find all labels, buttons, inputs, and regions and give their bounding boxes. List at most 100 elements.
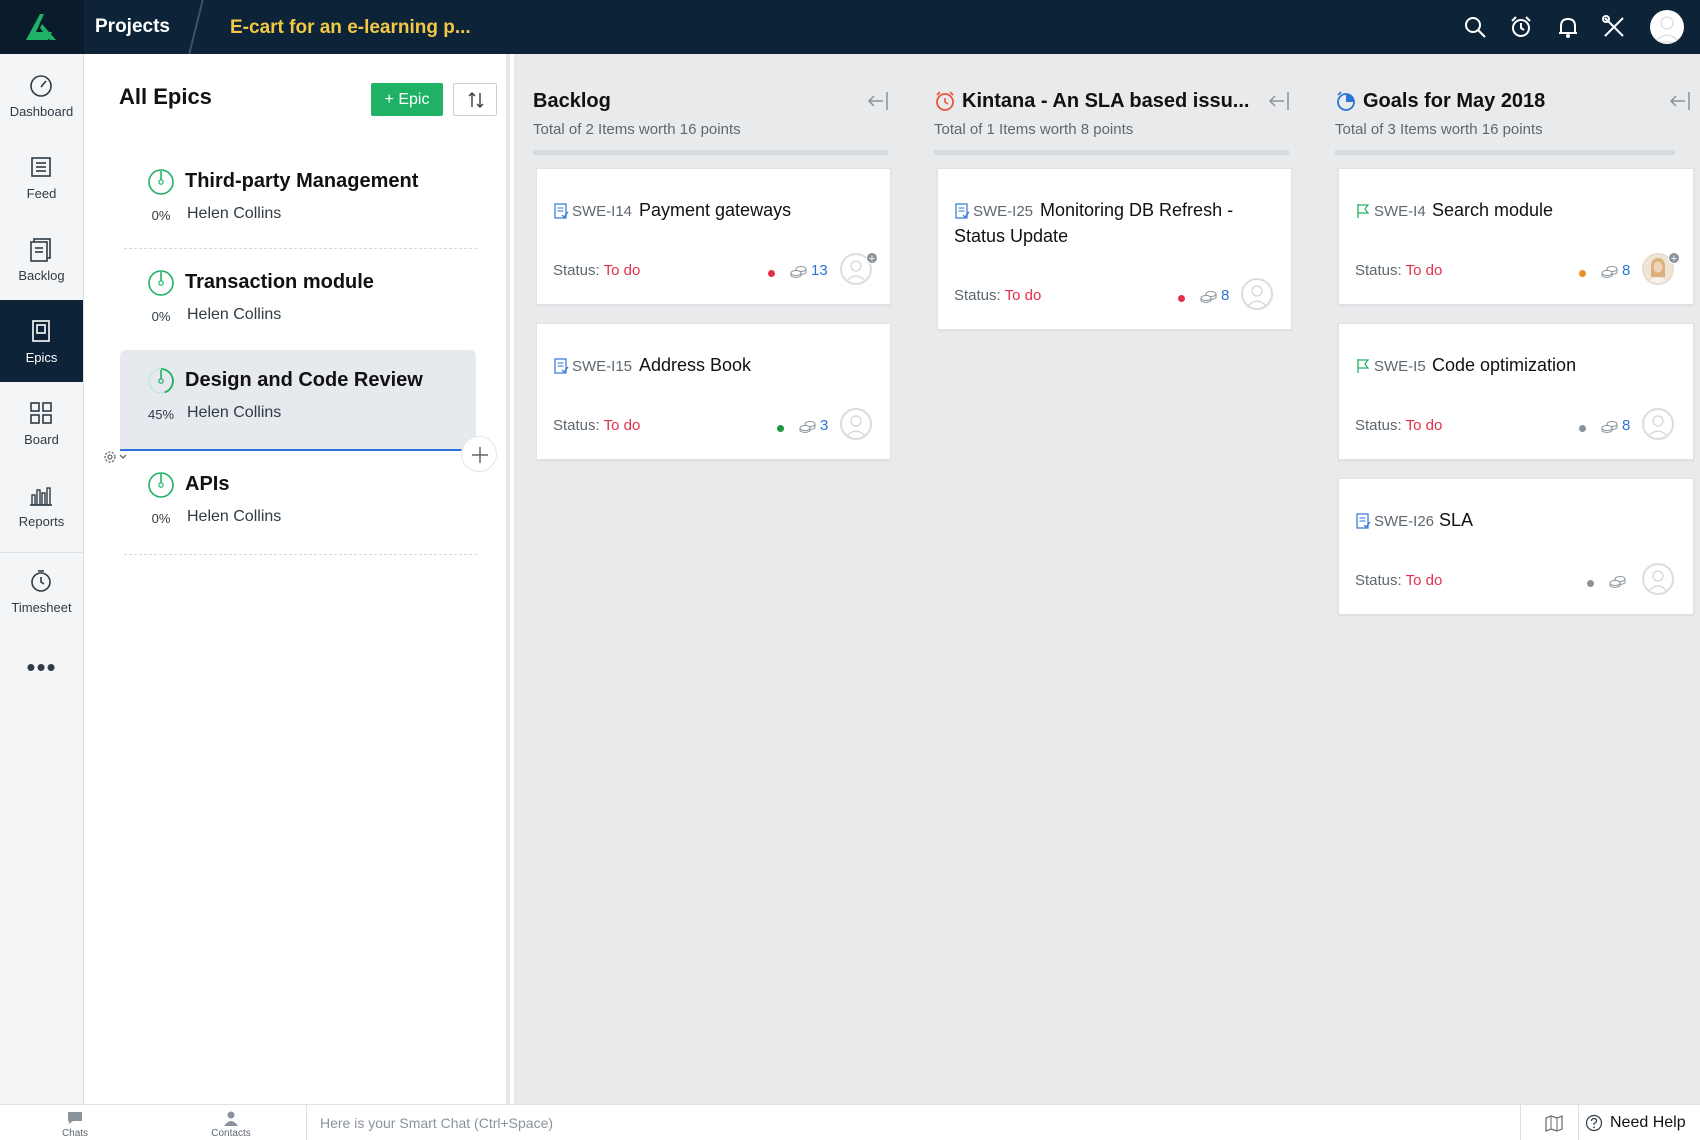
issue-card[interactable]: SWE-I5 Code optimization Status: To do 8 bbox=[1338, 323, 1694, 460]
left-navigation: Dashboard Feed Backlog Epics Board Repor… bbox=[0, 54, 84, 1104]
epic-item[interactable]: APIs 0% Helen Collins bbox=[120, 454, 476, 554]
contacts-button[interactable]: Contacts bbox=[156, 1105, 306, 1140]
status-value[interactable]: To do bbox=[1406, 417, 1443, 434]
issue-card[interactable]: SWE-I26 SLA Status: To do bbox=[1338, 478, 1694, 615]
user-avatar[interactable] bbox=[1650, 10, 1684, 44]
issue-card[interactable]: SWE-I4 Search module Status: To do 8 + bbox=[1338, 168, 1694, 305]
assignee-avatar[interactable] bbox=[1241, 278, 1273, 310]
story-points[interactable]: 13 bbox=[811, 262, 828, 279]
status-value[interactable]: To do bbox=[604, 417, 641, 434]
smart-chat-input[interactable]: Here is your Smart Chat (Ctrl+Space) bbox=[320, 1115, 553, 1131]
sort-button[interactable] bbox=[453, 83, 497, 116]
collapse-column-icon[interactable] bbox=[1668, 90, 1692, 112]
collapse-column-icon[interactable] bbox=[866, 90, 890, 112]
column-title: Backlog bbox=[533, 90, 611, 112]
nav-item-timesheet[interactable]: Timesheet bbox=[0, 550, 83, 632]
contact-person-icon bbox=[224, 1111, 238, 1126]
status-value[interactable]: To do bbox=[604, 262, 641, 279]
issue-card[interactable]: SWE-I25 Monitoring DB Refresh - Status U… bbox=[937, 168, 1292, 330]
user-placeholder-icon bbox=[1647, 415, 1669, 438]
nav-item-backlog[interactable]: Backlog bbox=[0, 218, 83, 300]
epic-item-selected[interactable]: Design and Code Review 45% Helen Collins bbox=[120, 350, 476, 451]
add-epic-button[interactable]: + Epic bbox=[371, 83, 443, 116]
status-value[interactable]: To do bbox=[1406, 262, 1443, 279]
map-icon[interactable] bbox=[1545, 1114, 1563, 1132]
priority-dot[interactable] bbox=[1579, 425, 1586, 432]
add-assignee-icon[interactable]: + bbox=[866, 252, 878, 265]
more-menu-button[interactable]: ••• bbox=[0, 652, 83, 683]
issue-key[interactable]: SWE-I25 bbox=[973, 203, 1033, 220]
assignee-avatar[interactable] bbox=[840, 408, 872, 440]
issue-key[interactable]: SWE-I5 bbox=[1374, 358, 1426, 375]
story-points-icon bbox=[790, 266, 807, 278]
help-icon[interactable] bbox=[1585, 1114, 1603, 1132]
issue-status: Status: To do bbox=[1355, 417, 1442, 434]
sort-icon bbox=[468, 92, 484, 108]
column-summary: Total of 2 Items worth 16 points bbox=[533, 121, 741, 138]
column-title: Goals for May 2018 bbox=[1363, 90, 1546, 112]
issue-title[interactable]: SLA bbox=[1439, 510, 1473, 531]
issue-card[interactable]: SWE-I14 Payment gateways Status: To do 1… bbox=[536, 168, 891, 305]
issue-key[interactable]: SWE-I4 bbox=[1374, 203, 1426, 220]
status-label: Status: bbox=[954, 287, 1001, 304]
issue-key[interactable]: SWE-I15 bbox=[572, 358, 632, 375]
bell-icon[interactable] bbox=[1555, 14, 1581, 40]
nav-item-dashboard[interactable]: Dashboard bbox=[0, 54, 83, 136]
column-progress-bar bbox=[934, 150, 1289, 155]
bottom-divider bbox=[1578, 1105, 1579, 1140]
priority-dot[interactable] bbox=[1178, 295, 1185, 302]
assignee-avatar[interactable] bbox=[1642, 408, 1674, 440]
tools-icon[interactable] bbox=[1601, 14, 1627, 40]
status-label: Status: bbox=[553, 417, 600, 434]
epic-owner: Helen Collins bbox=[187, 508, 282, 525]
epic-divider bbox=[124, 554, 477, 555]
story-points[interactable]: 8 bbox=[1622, 262, 1630, 279]
assignee-avatar[interactable] bbox=[1642, 563, 1674, 595]
nav-label-backlog: Backlog bbox=[18, 268, 65, 283]
priority-dot[interactable] bbox=[1579, 270, 1586, 277]
epic-name: Third-party Management bbox=[185, 170, 419, 192]
priority-dot[interactable] bbox=[768, 270, 775, 277]
nav-item-feed[interactable]: Feed bbox=[0, 136, 83, 218]
story-points[interactable]: 8 bbox=[1622, 417, 1630, 434]
nav-label-timesheet: Timesheet bbox=[11, 600, 72, 615]
alarm-clock-icon[interactable] bbox=[1508, 14, 1534, 40]
issue-title-continued[interactable]: Status Update bbox=[954, 226, 1068, 247]
story-points-icon[interactable] bbox=[1609, 575, 1627, 589]
chats-button[interactable]: Chats bbox=[0, 1105, 150, 1140]
epic-item[interactable]: Transaction module 0% Helen Collins bbox=[120, 252, 476, 352]
issue-key[interactable]: SWE-I14 bbox=[572, 203, 632, 220]
issue-card[interactable]: SWE-I15 Address Book Status: To do 3 bbox=[536, 323, 891, 460]
issue-title[interactable]: Monitoring DB Refresh - bbox=[1040, 200, 1233, 221]
issue-title[interactable]: Payment gateways bbox=[639, 200, 791, 221]
progress-ring-icon bbox=[148, 472, 174, 498]
nav-item-board[interactable]: Board bbox=[0, 382, 83, 464]
top-bar: Projects E-cart for an e-learning p... bbox=[0, 0, 1700, 54]
timesheet-icon bbox=[31, 570, 51, 592]
issue-key[interactable]: SWE-I26 bbox=[1374, 513, 1434, 530]
feed-icon bbox=[31, 157, 51, 177]
nav-item-epics[interactable]: Epics bbox=[0, 300, 83, 382]
story-points[interactable]: 3 bbox=[820, 417, 828, 434]
section-title[interactable]: Projects bbox=[95, 16, 170, 38]
status-value[interactable]: To do bbox=[1005, 287, 1042, 304]
priority-dot[interactable] bbox=[777, 425, 784, 432]
issue-title[interactable]: Search module bbox=[1432, 200, 1553, 221]
issue-title[interactable]: Address Book bbox=[639, 355, 751, 376]
issue-title[interactable]: Code optimization bbox=[1432, 355, 1576, 376]
story-points[interactable]: 8 bbox=[1221, 287, 1229, 304]
collapse-column-icon[interactable] bbox=[1267, 90, 1291, 112]
project-name[interactable]: E-cart for an e-learning p... bbox=[230, 17, 471, 39]
nav-item-reports[interactable]: Reports bbox=[0, 464, 83, 546]
priority-dot[interactable] bbox=[1587, 580, 1594, 587]
user-placeholder-icon bbox=[1246, 285, 1268, 308]
epic-name: Transaction module bbox=[185, 271, 374, 293]
epic-item[interactable]: Third-party Management 0% Helen Collins bbox=[120, 151, 476, 251]
need-help-button[interactable]: Need Help bbox=[1610, 1114, 1686, 1132]
app-logo[interactable] bbox=[0, 0, 84, 54]
column-summary: Total of 1 Items worth 8 points bbox=[934, 121, 1134, 138]
progress-ring-icon bbox=[148, 169, 174, 195]
search-icon[interactable] bbox=[1462, 14, 1488, 40]
status-value[interactable]: To do bbox=[1406, 572, 1443, 589]
add-assignee-icon[interactable]: + bbox=[1668, 252, 1680, 265]
